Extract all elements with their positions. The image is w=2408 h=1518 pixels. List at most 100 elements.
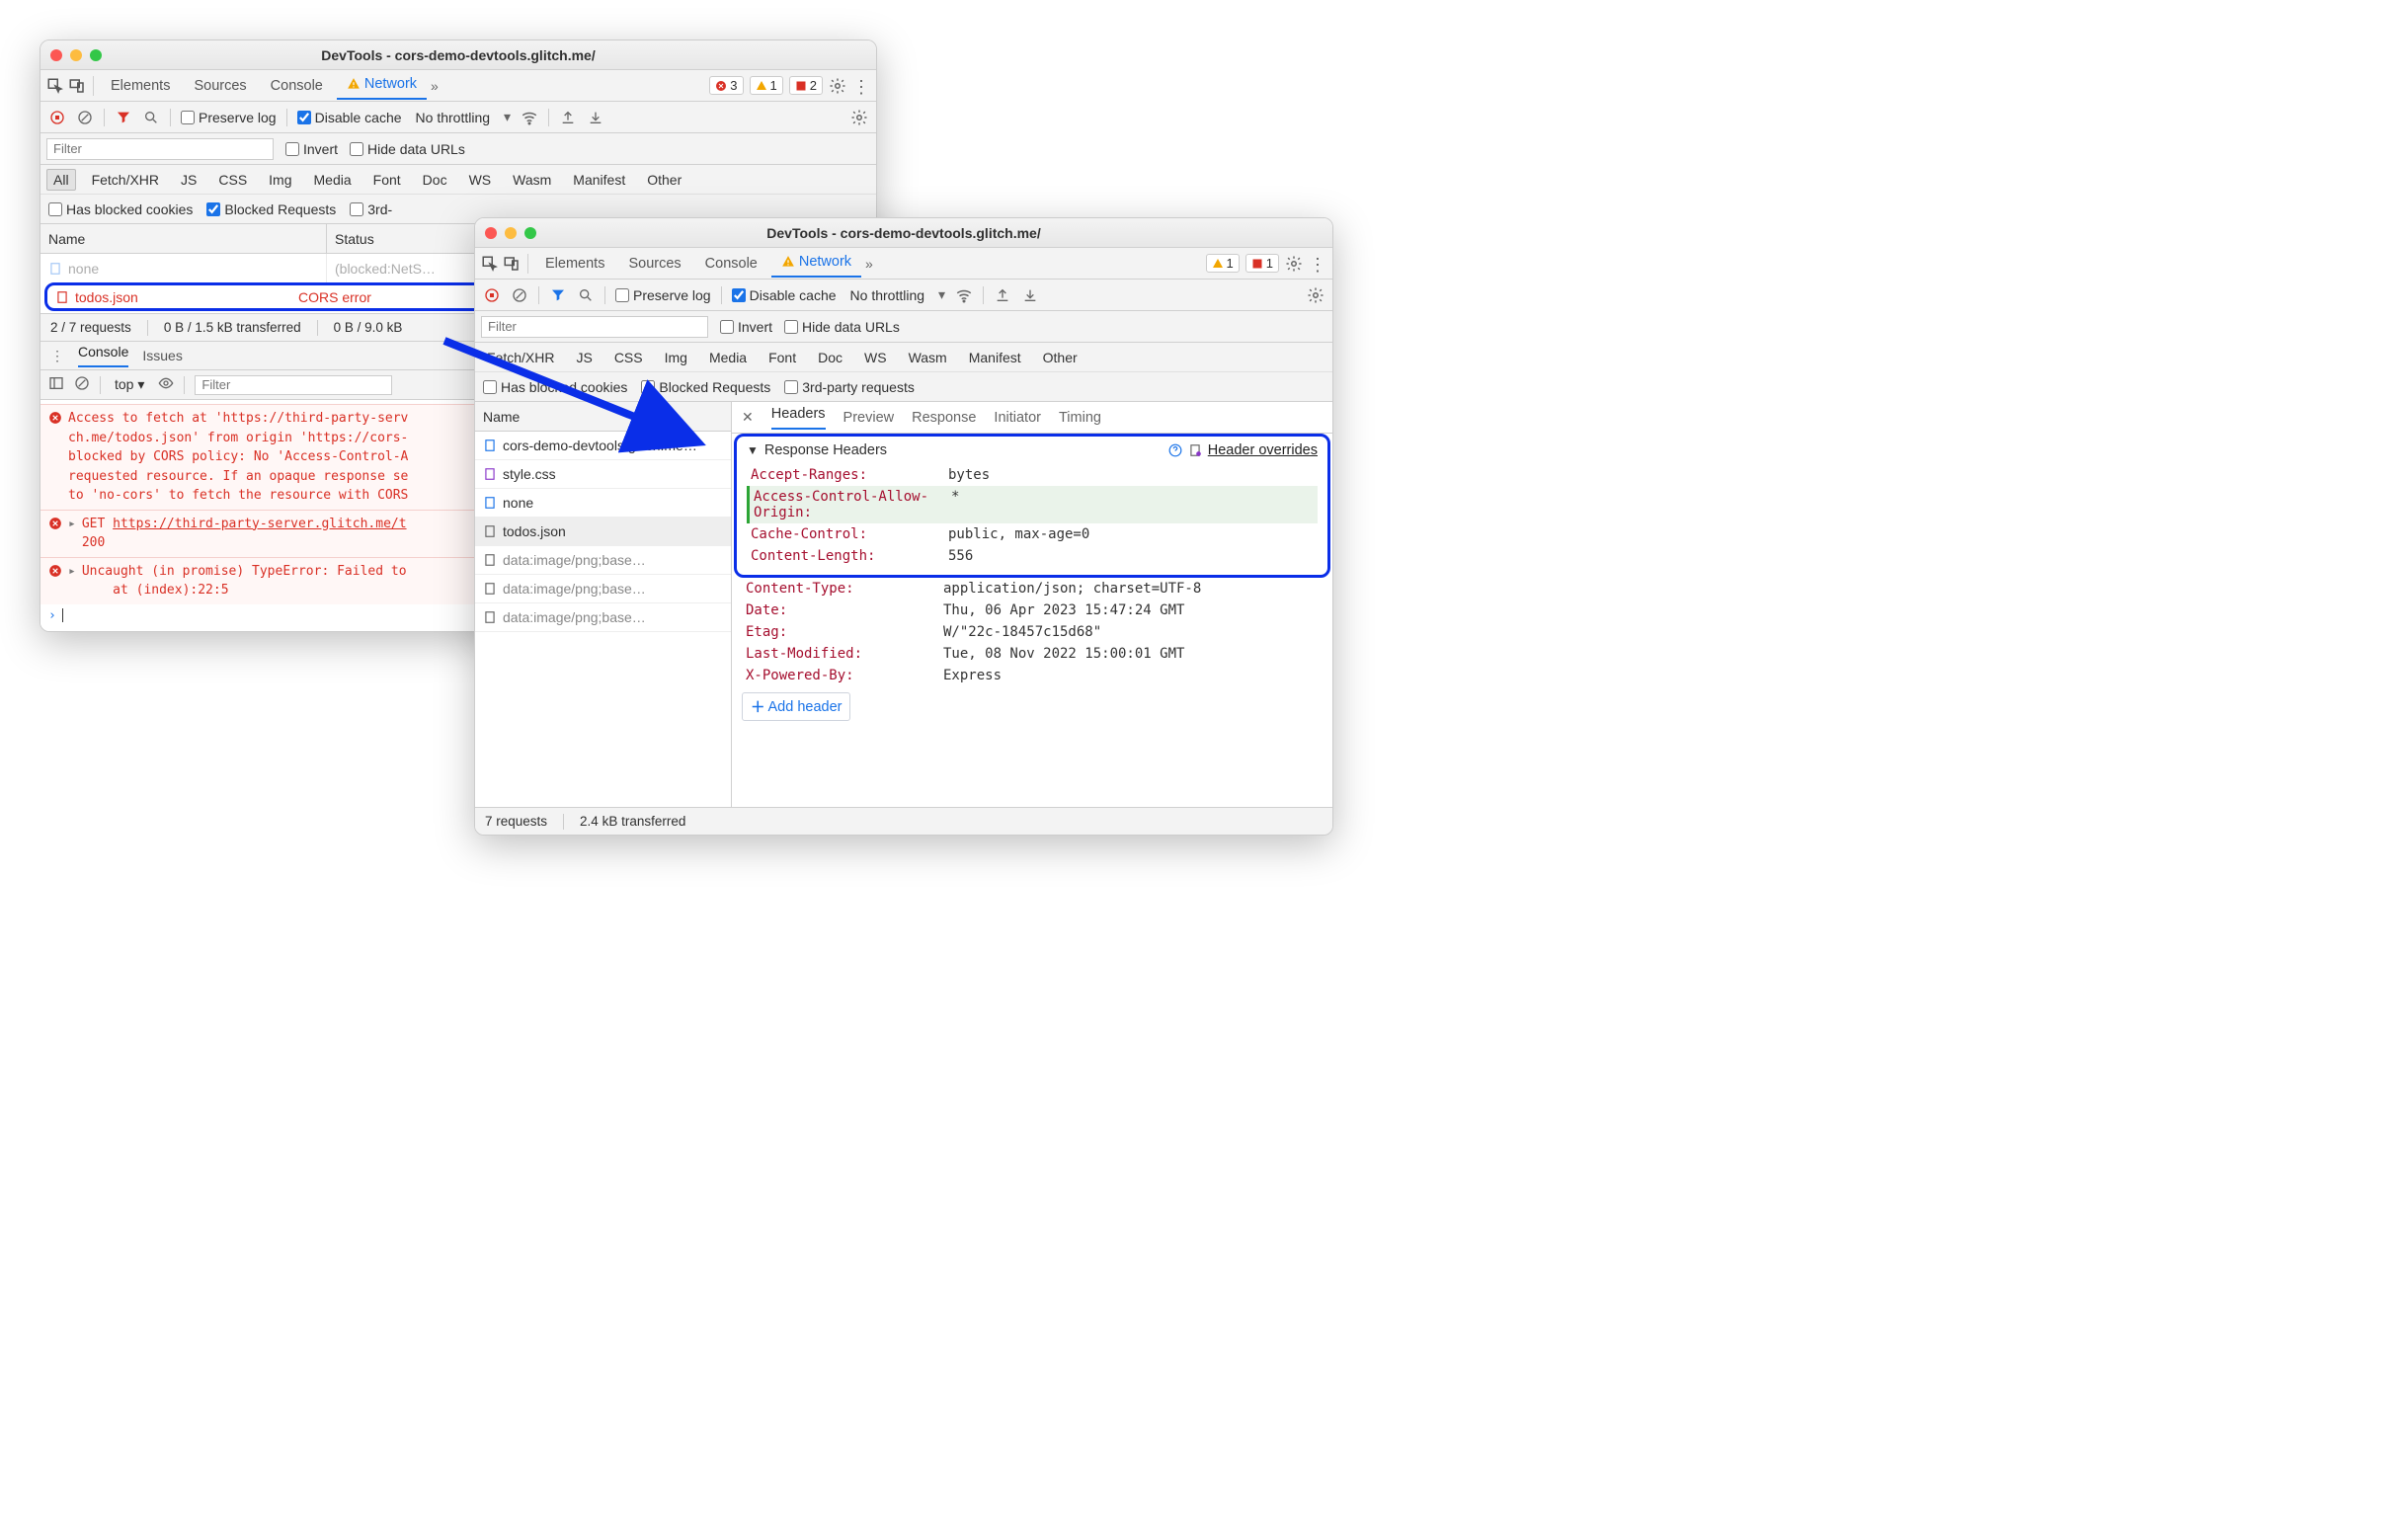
filter-type[interactable]: Other — [641, 170, 687, 190]
table-row[interactable]: cors-demo-devtools.glitch.me… — [475, 432, 731, 460]
blocked-count-badge[interactable]: 2 — [789, 76, 823, 95]
detail-tab-initiator[interactable]: Initiator — [994, 410, 1041, 426]
upload-icon[interactable] — [559, 109, 577, 126]
filter-input[interactable] — [481, 316, 708, 338]
drawer-menu-icon[interactable]: ⋮ — [50, 348, 64, 364]
inspect-icon[interactable] — [481, 255, 499, 273]
execution-context-select[interactable]: top ▾ — [111, 374, 148, 395]
sidebar-toggle-icon[interactable] — [48, 375, 64, 394]
warning-count-badge[interactable]: 1 — [1206, 254, 1240, 273]
settings-icon[interactable] — [1285, 255, 1303, 273]
detail-tab-response[interactable]: Response — [912, 410, 976, 426]
disable-cache-check[interactable]: Disable cache — [297, 110, 402, 125]
has-blocked-cookies-check[interactable]: Has blocked cookies — [483, 379, 627, 395]
filter-icon[interactable] — [115, 109, 132, 126]
filter-type[interactable]: Img — [659, 348, 693, 367]
filter-type[interactable]: Media — [703, 348, 753, 367]
filter-icon[interactable] — [549, 286, 567, 304]
tab-sources[interactable]: Sources — [618, 252, 690, 276]
record-icon[interactable] — [483, 286, 501, 304]
more-tabs-icon[interactable]: » — [431, 78, 439, 94]
detail-tab-headers[interactable]: Headers — [771, 406, 826, 430]
overrides-icon[interactable] — [1188, 443, 1202, 457]
filter-type[interactable]: JS — [570, 348, 598, 367]
third-party-check[interactable]: 3rd- — [350, 201, 392, 217]
device-icon[interactable] — [503, 255, 521, 273]
table-row[interactable]: none — [40, 254, 327, 282]
hide-data-urls-check[interactable]: Hide data URLs — [784, 319, 900, 335]
filter-type[interactable]: Manifest — [567, 170, 631, 190]
third-party-check[interactable]: 3rd-party requests — [784, 379, 915, 395]
settings-icon-2[interactable] — [850, 109, 868, 126]
clear-icon[interactable] — [76, 109, 94, 126]
throttling-select[interactable]: No throttling — [412, 110, 494, 125]
header-overrides-link[interactable]: Header overrides — [1208, 442, 1318, 458]
filter-type[interactable]: Doc — [812, 348, 848, 367]
filter-type[interactable]: CSS — [212, 170, 253, 190]
filter-type[interactable]: JS — [175, 170, 202, 190]
tab-network[interactable]: Network — [337, 72, 427, 100]
wifi-icon[interactable] — [521, 109, 538, 126]
table-row[interactable]: data:image/png;base… — [475, 575, 731, 603]
table-row[interactable]: data:image/png;base… — [475, 546, 731, 575]
drawer-tab-console[interactable]: Console — [78, 344, 128, 367]
filter-type[interactable]: WS — [858, 348, 893, 367]
preserve-log-check[interactable]: Preserve log — [615, 287, 711, 303]
table-row[interactable]: none — [475, 489, 731, 518]
filter-input[interactable] — [46, 138, 274, 160]
filter-type[interactable]: Fetch/XHR — [86, 170, 165, 190]
filter-type[interactable]: Font — [763, 348, 802, 367]
expand-icon[interactable]: ▸ — [68, 562, 76, 582]
blocked-requests-check[interactable]: Blocked Requests — [641, 379, 770, 395]
console-filter-input[interactable] — [195, 375, 392, 395]
disable-cache-check[interactable]: Disable cache — [732, 287, 837, 303]
disclose-icon[interactable]: ▼ — [747, 443, 759, 457]
tab-elements[interactable]: Elements — [535, 252, 614, 276]
blocked-requests-check[interactable]: Blocked Requests — [206, 201, 336, 217]
preserve-log-check[interactable]: Preserve log — [181, 110, 277, 125]
device-icon[interactable] — [68, 77, 86, 95]
clear-icon[interactable] — [511, 286, 528, 304]
settings-icon[interactable] — [829, 77, 846, 95]
throttle-chevron-icon[interactable]: ▾ — [938, 286, 945, 303]
settings-icon-2[interactable] — [1307, 286, 1324, 304]
throttle-chevron-icon[interactable]: ▾ — [504, 109, 511, 125]
record-icon[interactable] — [48, 109, 66, 126]
filter-type[interactable]: Media — [308, 170, 358, 190]
column-name-header[interactable]: Name — [475, 402, 731, 432]
more-menu-icon[interactable]: ⋮ — [1309, 255, 1326, 273]
help-icon[interactable] — [1168, 443, 1182, 457]
table-row[interactable]: data:image/png;base… — [475, 603, 731, 632]
filter-type[interactable]: Fetch/XHR — [481, 348, 560, 367]
warning-count-badge[interactable]: 1 — [750, 76, 783, 95]
filter-type[interactable]: Img — [263, 170, 297, 190]
clear-console-icon[interactable] — [74, 375, 90, 394]
has-blocked-cookies-check[interactable]: Has blocked cookies — [48, 201, 193, 217]
tab-console[interactable]: Console — [695, 252, 767, 276]
blocked-count-badge[interactable]: 1 — [1245, 254, 1279, 273]
upload-icon[interactable] — [994, 286, 1011, 304]
more-tabs-icon[interactable]: » — [865, 256, 873, 272]
error-count-badge[interactable]: 3 — [709, 76, 743, 95]
hide-data-urls-check[interactable]: Hide data URLs — [350, 141, 465, 157]
filter-type[interactable]: Wasm — [903, 348, 953, 367]
detail-tab-preview[interactable]: Preview — [843, 410, 895, 426]
close-icon[interactable]: ✕ — [742, 409, 754, 426]
filter-type[interactable]: Wasm — [507, 170, 557, 190]
wifi-icon[interactable] — [955, 286, 973, 304]
add-header-button[interactable]: ＋Add header — [742, 692, 850, 721]
search-icon[interactable] — [142, 109, 160, 126]
tab-console[interactable]: Console — [261, 74, 333, 98]
eye-icon[interactable] — [158, 375, 174, 394]
tab-network[interactable]: Network — [771, 250, 861, 278]
column-name-header[interactable]: Name — [40, 224, 326, 254]
inspect-icon[interactable] — [46, 77, 64, 95]
more-menu-icon[interactable]: ⋮ — [852, 77, 870, 95]
expand-icon[interactable]: ▸ — [68, 515, 76, 534]
download-icon[interactable] — [587, 109, 604, 126]
tab-elements[interactable]: Elements — [101, 74, 180, 98]
drawer-tab-issues[interactable]: Issues — [142, 348, 182, 363]
table-row[interactable]: style.css — [475, 460, 731, 489]
filter-type[interactable]: WS — [463, 170, 498, 190]
invert-check[interactable]: Invert — [720, 319, 772, 335]
